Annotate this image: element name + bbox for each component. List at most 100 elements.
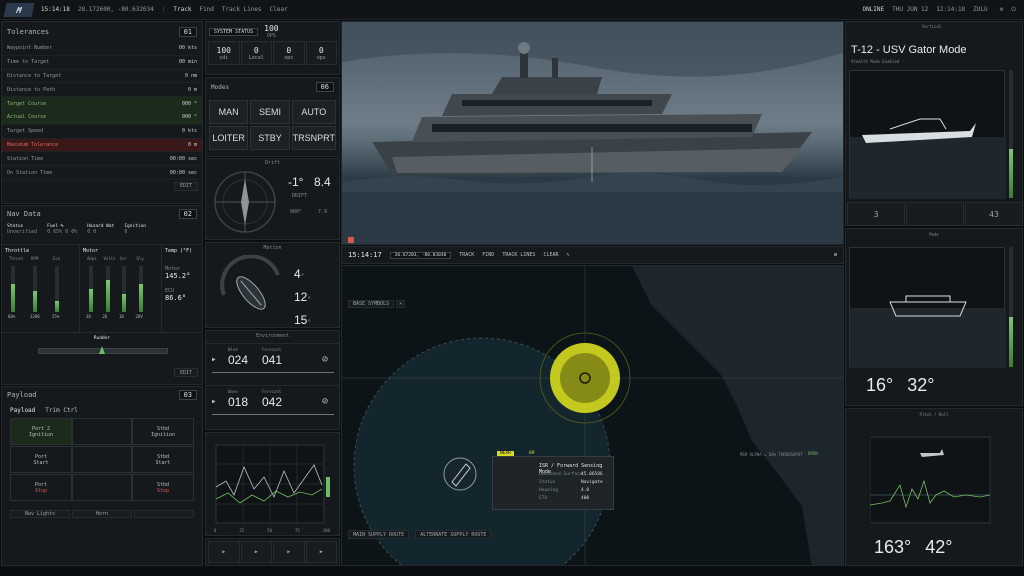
popup-line-label: ETA [539, 496, 548, 501]
mode-value: 0 [318, 45, 324, 55]
bar-fill [89, 289, 93, 312]
tolerance-value: 00 kts [179, 45, 197, 51]
play-button-4[interactable]: ▶ [305, 541, 337, 563]
system-status-value: 100 [264, 24, 279, 33]
alternate-supply-route-button[interactable]: ALTERNATE SUPPLY ROUTE [415, 530, 492, 539]
grid-icon[interactable]: ⊞ [834, 252, 837, 258]
temp1-value: 145.2° [165, 272, 191, 280]
camera-feed[interactable] [341, 21, 844, 245]
clear-menu[interactable]: Clear [270, 6, 288, 13]
motion-value: 12 [294, 290, 308, 304]
payload-cell[interactable]: Stbd Ignition [132, 418, 194, 445]
tolerances-edit-button[interactable]: EDIT [174, 181, 198, 191]
play-button-2[interactable]: ▶ [240, 541, 272, 563]
modes-title: Modes [211, 83, 230, 91]
track-lines-menu[interactable]: Track Lines [222, 6, 262, 13]
bar-fill [138, 284, 143, 312]
tab-payload[interactable]: Payload [10, 407, 35, 414]
tolerance-unit: ° [193, 114, 197, 121]
payload-cell[interactable]: Stbd Start [132, 446, 194, 473]
mode-value-sub: sdi [219, 54, 229, 61]
env-value-a: 024 [228, 353, 249, 367]
map-canvas [342, 266, 843, 565]
mode-button-loiter[interactable]: LOITER [209, 126, 249, 150]
compass-icon[interactable]: ⊘ [322, 354, 328, 365]
roll-value: 42° [925, 537, 953, 557]
popup-line-value: Navigate [581, 480, 603, 485]
tolerance-unit: m [193, 86, 197, 93]
mode-button-stby[interactable]: STBY [250, 126, 290, 150]
settings-icon[interactable]: ⚙ [1000, 6, 1004, 13]
drift-sub: DRIFT [292, 193, 308, 199]
motor-group: Motor Amps 38 Volts 26 Usr 10 Dly 28V [80, 245, 162, 332]
env-trend-line [212, 372, 334, 373]
tolerance-unit: kts [187, 128, 197, 135]
bar-track [55, 266, 59, 312]
env-label-b: Forecast [262, 347, 282, 352]
tactical-map[interactable]: BASE SYMBOLS × NEAR 09 ISR / Forward Sen… [341, 265, 844, 566]
tolerance-value: 000 ° [182, 101, 197, 107]
edit-icon[interactable]: ✎ [567, 252, 570, 258]
tolerance-label: Waypoint Number [7, 45, 53, 52]
popup-line-value: 45.06586 [581, 472, 603, 477]
mode-button-semi[interactable]: SEMI [250, 100, 290, 124]
payload-cell[interactable]: Port Start [10, 446, 72, 473]
bar-fill [122, 293, 126, 312]
tolerance-row: Actual Course 000 ° [2, 110, 202, 125]
compass-icon[interactable]: ⊘ [322, 396, 328, 407]
mode-value-box[interactable]: 0 ops [273, 41, 305, 65]
mode-gauge [1009, 247, 1013, 367]
map-find-button[interactable]: FIND [482, 252, 494, 258]
payload-cell[interactable]: Port Stop [10, 474, 72, 501]
power-icon[interactable]: ⏻ [1011, 6, 1016, 14]
main-supply-route-button[interactable]: MAIN SUPPLY ROUTE [348, 530, 410, 539]
popup-line-value: 4.0 [581, 488, 590, 493]
environment-panel: Environment Wind Forecast 024 041 ▶ ⊘ Wave Fore… [205, 330, 340, 430]
fuel-value: 0 65% 0 0% [47, 229, 78, 235]
map-track-lines-button[interactable]: TRACK LINES [502, 252, 535, 258]
mode-button-trsnprt[interactable]: TRSNPRT [291, 126, 336, 150]
nav-edit-button[interactable]: EDIT [174, 368, 198, 377]
map-track-button[interactable]: TRACK [459, 252, 474, 258]
bar-label: RPM [31, 256, 39, 261]
vehicle-title: T-12 - USV Gator Mode [851, 44, 967, 56]
drift-title: Drift [264, 160, 281, 166]
tolerance-label: Actual Course [7, 114, 47, 121]
horn-button[interactable]: Horn [72, 510, 132, 518]
bar-track [11, 266, 15, 312]
mode-value-box[interactable]: 100 sdi [208, 41, 240, 65]
mode-button-auto[interactable]: AUTO [291, 100, 336, 124]
mode-view-panel: Mode 16° 32° [845, 228, 1023, 406]
tab-trim-ctrl[interactable]: Trim Ctrl [45, 407, 78, 414]
heading-value-2: 32° [907, 375, 935, 395]
mode-value-box[interactable]: 0 ops [305, 41, 337, 65]
online-status: ONLINE [862, 6, 885, 13]
payload-cell[interactable]: Stbd Stop [132, 474, 194, 501]
throttle-group: Throttle Thrust 60% RPM 1200 Eco 25% [2, 245, 80, 332]
track-menu[interactable]: Track [173, 6, 191, 13]
env-value-b: 042 [262, 395, 283, 409]
tolerance-number: 00 [178, 59, 188, 66]
nav-lights-button[interactable]: Nav Lights [10, 510, 70, 518]
find-menu[interactable]: Find [199, 6, 213, 13]
play-button-1[interactable]: ▶ [208, 541, 240, 563]
aux-button[interactable] [134, 510, 194, 518]
motion-value-row: 12° [294, 286, 311, 305]
play-button-3[interactable]: ▶ [273, 541, 305, 563]
nav-title: Nav Data [7, 210, 41, 218]
heading-value: 16° [866, 375, 894, 395]
payload-cell[interactable]: Port 2 Ignition [10, 418, 72, 445]
close-icon[interactable]: × [396, 300, 406, 308]
mode-value-sub: ops [284, 54, 294, 61]
tolerance-number: 00:00 [169, 155, 188, 162]
graph-panel: 0 25 50 75 100 [205, 432, 340, 536]
map-clear-button[interactable]: CLEAR [543, 252, 558, 258]
env-title: Environment [255, 333, 290, 339]
tolerance-value: 00:00 sec [170, 156, 197, 162]
mode-value-box[interactable]: 0 Local [240, 41, 272, 65]
nav-count: 02 [178, 209, 197, 219]
mode-button-man[interactable]: MAN [209, 100, 249, 124]
base-symbols-button[interactable]: BASE SYMBOLS [348, 300, 395, 308]
system-status-sub: OPS [266, 33, 276, 39]
tolerance-row: On Station Time 00:00 sec [2, 166, 202, 180]
